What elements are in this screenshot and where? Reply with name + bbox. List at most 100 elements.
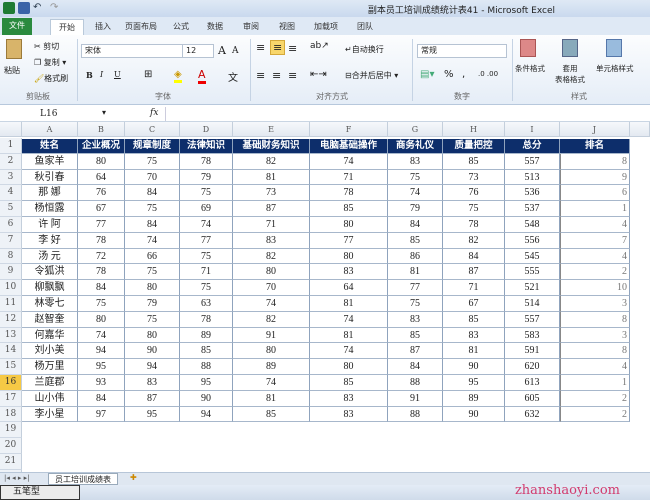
score-cell[interactable]: 77	[388, 280, 443, 296]
score-cell[interactable]: 75	[443, 201, 505, 217]
score-cell[interactable]: 83	[388, 311, 443, 328]
score-cell[interactable]: 83	[443, 327, 505, 344]
row-header-9[interactable]: 9	[0, 264, 22, 281]
score-cell[interactable]: 74	[78, 327, 125, 344]
insert-sheet-icon[interactable]: ✚	[130, 473, 137, 482]
ime-toolbar[interactable]: 五笔型	[0, 485, 80, 500]
tab-home[interactable]: 开始	[50, 19, 84, 35]
row-header-17[interactable]: 17	[0, 390, 22, 407]
score-cell[interactable]: 513	[505, 169, 560, 186]
score-cell[interactable]: 521	[505, 280, 560, 296]
score-cell[interactable]: 81	[233, 169, 310, 186]
score-cell[interactable]: 537	[505, 201, 560, 217]
tab-review[interactable]: 审阅	[236, 19, 266, 35]
score-cell[interactable]: 77	[180, 232, 233, 249]
align-bottom-icon[interactable]: ≡	[288, 42, 297, 55]
rank-cell[interactable]: 2	[560, 406, 630, 423]
score-cell[interactable]: 78	[78, 264, 125, 281]
score-cell[interactable]: 66	[125, 248, 180, 265]
score-cell[interactable]: 82	[233, 311, 310, 328]
wrap-text-button[interactable]: ↵自动换行	[345, 44, 384, 55]
score-cell[interactable]: 83	[310, 390, 388, 407]
score-cell[interactable]: 591	[505, 343, 560, 360]
merge-center-button[interactable]: ⊟合并后居中 ▾	[345, 70, 398, 81]
score-cell[interactable]: 556	[505, 232, 560, 249]
score-cell[interactable]: 620	[505, 359, 560, 375]
bold-button[interactable]: B	[86, 70, 93, 80]
score-cell[interactable]: 77	[310, 232, 388, 249]
score-cell[interactable]: 87	[388, 343, 443, 360]
fill-color-icon[interactable]: ◈	[174, 69, 182, 83]
row-header-7[interactable]: 7	[0, 232, 22, 249]
name-cell[interactable]: 秋引春	[22, 169, 78, 186]
score-cell[interactable]: 81	[443, 343, 505, 360]
score-cell[interactable]: 88	[388, 375, 443, 391]
score-cell[interactable]: 97	[78, 406, 125, 423]
name-cell[interactable]: 杨恒露	[22, 201, 78, 217]
rank-cell[interactable]: 4	[560, 359, 630, 375]
score-cell[interactable]: 78	[78, 232, 125, 249]
comma-button[interactable]: ,	[462, 69, 465, 80]
score-cell[interactable]: 548	[505, 217, 560, 233]
score-cell[interactable]: 514	[505, 296, 560, 312]
rank-cell[interactable]: 1	[560, 375, 630, 391]
underline-button[interactable]: U	[114, 70, 121, 79]
score-cell[interactable]: 74	[125, 232, 180, 249]
score-cell[interactable]: 613	[505, 375, 560, 391]
score-cell[interactable]: 88	[180, 359, 233, 375]
score-cell[interactable]: 83	[310, 264, 388, 281]
row-header-15[interactable]: 15	[0, 359, 22, 375]
score-cell[interactable]: 555	[505, 264, 560, 281]
score-cell[interactable]: 85	[233, 406, 310, 423]
score-cell[interactable]: 79	[125, 296, 180, 312]
sheet-tab[interactable]: 员工培训成绩表	[48, 473, 118, 485]
name-cell[interactable]: 林零七	[22, 296, 78, 312]
score-cell[interactable]: 80	[78, 311, 125, 328]
score-cell[interactable]: 583	[505, 327, 560, 344]
score-cell[interactable]: 83	[125, 375, 180, 391]
name-cell[interactable]: 山小伟	[22, 390, 78, 407]
score-cell[interactable]: 78	[310, 185, 388, 202]
conditional-format-button[interactable]: 条件格式	[515, 63, 545, 74]
score-cell[interactable]: 84	[78, 390, 125, 407]
score-cell[interactable]: 89	[443, 390, 505, 407]
score-cell[interactable]: 67	[443, 296, 505, 312]
score-cell[interactable]: 94	[78, 343, 125, 360]
score-cell[interactable]: 70	[233, 280, 310, 296]
name-cell[interactable]: 兰庭郡	[22, 375, 78, 391]
paste-icon[interactable]	[6, 39, 22, 59]
row-header-14[interactable]: 14	[0, 343, 22, 360]
score-cell[interactable]: 85	[310, 201, 388, 217]
score-cell[interactable]: 73	[233, 185, 310, 202]
decimal-icon[interactable]: .0 .00	[478, 70, 498, 78]
rank-cell[interactable]: 8	[560, 153, 630, 170]
score-cell[interactable]: 78	[180, 311, 233, 328]
score-cell[interactable]: 605	[505, 390, 560, 407]
score-cell[interactable]: 71	[233, 217, 310, 233]
column-header-B[interactable]: B	[78, 122, 125, 137]
indent-icon[interactable]: ⇤⇥	[310, 69, 327, 80]
column-header-F[interactable]: F	[310, 122, 388, 137]
column-header-H[interactable]: H	[443, 122, 505, 137]
score-cell[interactable]: 77	[78, 217, 125, 233]
header-cell[interactable]: 法律知识	[180, 139, 233, 154]
score-cell[interactable]: 90	[443, 406, 505, 423]
column-header-J[interactable]: J	[560, 122, 630, 137]
score-cell[interactable]: 69	[180, 201, 233, 217]
phonetic-icon[interactable]: 文	[228, 69, 238, 84]
score-cell[interactable]: 95	[78, 359, 125, 375]
score-cell[interactable]: 80	[125, 280, 180, 296]
score-cell[interactable]: 76	[78, 185, 125, 202]
score-cell[interactable]: 80	[310, 217, 388, 233]
column-header-A[interactable]: A	[22, 122, 78, 137]
score-cell[interactable]: 72	[78, 248, 125, 265]
score-cell[interactable]: 64	[310, 280, 388, 296]
tab-page-layout[interactable]: 页面布局	[118, 19, 164, 35]
score-cell[interactable]: 84	[125, 217, 180, 233]
sheet-nav-icon[interactable]: |◂ ◂ ▸ ▸|	[4, 474, 29, 482]
score-cell[interactable]: 89	[233, 359, 310, 375]
score-cell[interactable]: 80	[233, 343, 310, 360]
rank-cell[interactable]: 4	[560, 217, 630, 233]
tab-file[interactable]: 文件	[2, 18, 32, 35]
header-cell[interactable]: 基础财务知识	[233, 139, 310, 154]
